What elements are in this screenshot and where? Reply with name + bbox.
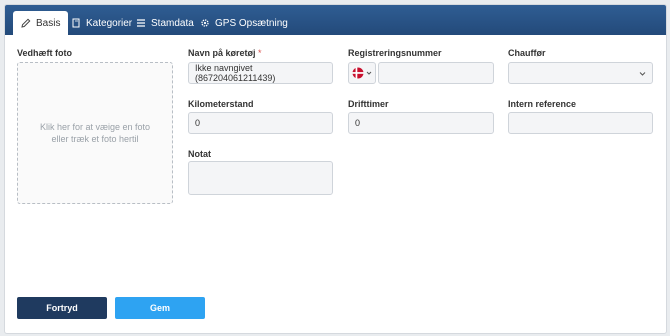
mileage-input[interactable]: 0: [188, 112, 333, 134]
vehicle-name-value: Ikke navngivet (867204061211439): [195, 63, 276, 83]
tab-stamdata-label: Stamdata: [151, 17, 194, 29]
tab-basis[interactable]: Basis: [13, 11, 69, 35]
gear-icon: [201, 19, 209, 27]
tab-gps-opsaetning[interactable]: GPS Opsætning: [192, 11, 296, 35]
mileage-label: Kilometerstand: [188, 99, 254, 109]
pencil-icon: [21, 18, 31, 28]
vehicle-name-label: Navn på køretøj *: [188, 48, 262, 58]
tab-bar: Basis Kategorier Stamdata GPS Opsætning: [5, 5, 666, 35]
photo-dropzone[interactable]: Klik her for at væige en foto eller træk…: [17, 62, 173, 204]
tab-kategorier-label: Kategorier: [86, 17, 133, 29]
vehicle-form-card: Basis Kategorier Stamdata GPS Opsætning …: [4, 4, 667, 334]
operating-hours-label: Drifttimer: [348, 99, 389, 109]
driver-select[interactable]: [508, 62, 653, 84]
operating-hours-value: 0: [355, 118, 361, 128]
tab-gps-label: GPS Opsætning: [215, 17, 288, 29]
required-mark: *: [258, 48, 262, 58]
note-textarea[interactable]: [188, 161, 333, 195]
internal-reference-label: Intern reference: [508, 99, 577, 109]
chevron-down-icon: [639, 72, 646, 76]
driver-label: Chauffør: [508, 48, 546, 58]
country-select-button[interactable]: [348, 62, 376, 84]
operating-hours-input[interactable]: 0: [348, 112, 494, 134]
tab-basis-label: Basis: [36, 17, 61, 29]
mileage-value: 0: [195, 118, 201, 128]
tab-stamdata[interactable]: Stamdata: [128, 11, 202, 35]
denmark-flag-icon: [352, 67, 364, 79]
vehicle-name-input[interactable]: Ikke navngivet (867204061211439): [188, 62, 333, 84]
photo-dropzone-hint: Klik her for at væige en foto eller træk…: [39, 122, 151, 144]
registration-input[interactable]: [378, 62, 494, 84]
list-icon: [137, 19, 145, 27]
internal-reference-input[interactable]: [508, 112, 653, 134]
registration-label: Registreringsnummer: [348, 48, 442, 58]
book-icon: [72, 18, 80, 28]
vehicle-name-label-text: Navn på køretøj: [188, 48, 256, 58]
photo-label: Vedhæft foto: [17, 48, 72, 58]
note-label: Notat: [188, 149, 211, 159]
save-button[interactable]: Gem: [115, 297, 205, 319]
cancel-button[interactable]: Fortryd: [17, 297, 107, 319]
chevron-down-icon: [366, 71, 372, 75]
